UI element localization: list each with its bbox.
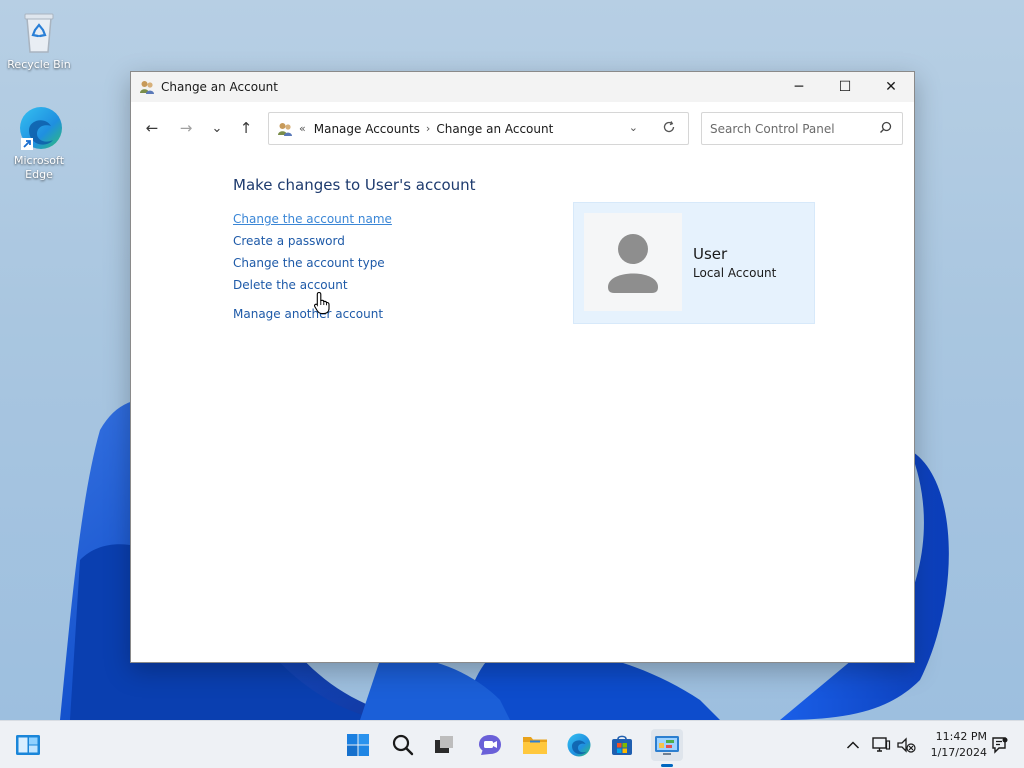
clock[interactable]: 11:42 PM 1/17/2024 — [925, 729, 987, 761]
breadcrumb-separator: › — [425, 122, 431, 135]
control-panel-taskbar-button[interactable] — [651, 729, 683, 761]
close-button[interactable]: ✕ — [868, 72, 914, 102]
content-area: Make changes to User's account Change th… — [131, 152, 914, 660]
volume-muted-icon — [897, 737, 916, 753]
widgets-icon — [16, 735, 40, 755]
desktop-icon-label: Microsoft Edge — [13, 154, 65, 181]
store-icon — [612, 735, 632, 755]
breadcrumb-change-account[interactable]: Change an Account — [436, 122, 553, 136]
page-title: Make changes to User's account — [233, 176, 476, 194]
account-type: Local Account — [693, 266, 777, 280]
chevron-up-icon — [846, 741, 860, 749]
address-dropdown-icon[interactable]: ⌄ — [629, 121, 638, 134]
notification-icon — [992, 737, 1008, 754]
maximize-button[interactable]: ☐ — [822, 72, 868, 102]
breadcrumb-overflow[interactable]: « — [299, 122, 306, 135]
breadcrumb-manage-accounts[interactable]: Manage Accounts — [314, 122, 420, 136]
users-icon — [140, 81, 154, 94]
navigation-bar: ← → ⌄ ↑ « Manage Accounts › Change an Ac… — [131, 102, 914, 152]
store-button[interactable] — [606, 729, 638, 761]
taskbar: 11:42 PM 1/17/2024 — [0, 720, 1024, 768]
start-button[interactable] — [342, 729, 374, 761]
refresh-icon[interactable] — [662, 120, 676, 138]
search-box[interactable] — [701, 112, 903, 145]
change-account-type-link[interactable]: Change the account type — [233, 254, 392, 276]
chevron-down-icon: ⌄ — [211, 120, 223, 136]
change-account-window: Change an Account ─ ☐ ✕ ← → ⌄ ↑ « Manage… — [130, 71, 915, 663]
control-panel-icon — [655, 736, 679, 755]
edge-icon — [567, 733, 591, 757]
users-icon — [278, 122, 292, 136]
task-view-button[interactable] — [428, 729, 460, 761]
widgets-button[interactable] — [12, 729, 44, 761]
forward-arrow-icon: → — [179, 119, 193, 137]
desktop-icon-label: Recycle Bin — [7, 58, 71, 71]
chat-button[interactable] — [474, 729, 506, 761]
folder-icon — [523, 737, 547, 754]
file-explorer-button[interactable] — [519, 729, 551, 761]
create-password-link[interactable]: Create a password — [233, 232, 392, 254]
task-view-icon — [435, 736, 453, 753]
volume-button[interactable] — [890, 729, 922, 761]
close-icon: ✕ — [885, 79, 897, 95]
desktop-icon-edge[interactable]: Microsoft Edge — [4, 104, 74, 182]
search-input[interactable] — [702, 113, 872, 144]
windows-logo-icon — [347, 734, 369, 756]
minimize-icon: ─ — [794, 79, 804, 95]
forward-button[interactable]: → — [176, 118, 196, 138]
edge-taskbar-button[interactable] — [563, 729, 595, 761]
title-bar[interactable]: Change an Account ─ ☐ ✕ — [131, 72, 914, 102]
search-icon[interactable] — [879, 121, 892, 137]
desktop-icon-recycle-bin[interactable]: Recycle Bin — [4, 8, 74, 72]
edge-icon — [15, 104, 63, 152]
change-account-name-link[interactable]: Change the account name — [233, 210, 392, 232]
network-icon — [872, 737, 891, 752]
back-button[interactable]: ← — [142, 118, 162, 138]
account-name: User — [693, 245, 728, 263]
chat-icon — [479, 735, 501, 755]
search-taskbar-button[interactable] — [387, 729, 419, 761]
active-app-indicator — [661, 764, 673, 767]
notifications-button[interactable] — [984, 729, 1016, 761]
avatar — [584, 213, 682, 311]
search-icon — [392, 734, 414, 756]
recent-locations-button[interactable]: ⌄ — [207, 118, 227, 138]
address-bar[interactable]: « Manage Accounts › Change an Account ⌄ — [268, 112, 689, 145]
window-title: Change an Account — [161, 80, 278, 94]
back-arrow-icon: ← — [145, 119, 159, 137]
recycle-bin-icon — [15, 8, 63, 56]
clock-date: 1/17/2024 — [930, 746, 987, 759]
minimize-button[interactable]: ─ — [776, 72, 822, 102]
up-button[interactable]: ↑ — [236, 118, 256, 138]
up-arrow-icon: ↑ — [239, 119, 253, 137]
user-avatar-icon — [608, 234, 658, 293]
hand-cursor-icon — [313, 291, 330, 315]
clock-time: 11:42 PM — [935, 730, 987, 743]
account-tile: User Local Account — [573, 202, 815, 324]
maximize-icon: ☐ — [838, 79, 852, 95]
